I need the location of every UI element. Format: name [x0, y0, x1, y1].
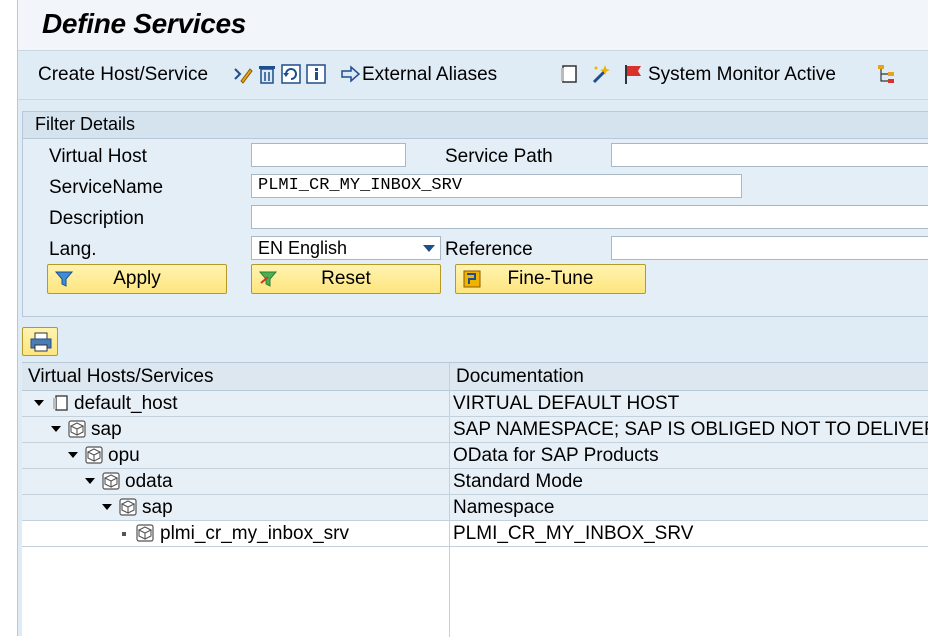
- row-documentation: Standard Mode: [453, 471, 583, 492]
- table-row[interactable]: sap SAP NAMESPACE; SAP IS OBLIGED NOT TO…: [22, 417, 928, 443]
- tree-node-label[interactable]: default_host: [74, 393, 178, 415]
- row-documentation: OData for SAP Products: [453, 445, 659, 466]
- row-documentation: SAP NAMESPACE; SAP IS OBLIGED NOT TO DEL…: [453, 419, 928, 440]
- package-icon: [119, 498, 137, 516]
- tree-node-label[interactable]: sap: [142, 497, 173, 519]
- service-icon: [136, 524, 154, 542]
- apply-button[interactable]: Apply: [47, 264, 227, 294]
- package-icon: [102, 472, 120, 490]
- refresh-icon[interactable]: [280, 63, 302, 85]
- package-icon: [68, 420, 86, 438]
- column-header-hosts-services[interactable]: Virtual Hosts/Services: [28, 366, 214, 388]
- lang-select[interactable]: EN English: [251, 236, 441, 260]
- magic-wand-icon[interactable]: [590, 63, 612, 85]
- create-host-service-button[interactable]: Create Host/Service: [38, 64, 208, 86]
- table-row[interactable]: plmi_cr_my_inbox_srv PLMI_CR_MY_INBOX_SR…: [22, 521, 928, 547]
- expand-toggle-icon[interactable]: [68, 452, 78, 458]
- leaf-bullet-icon: [122, 532, 126, 536]
- virtual-host-label: Virtual Host: [49, 146, 147, 167]
- table-row[interactable]: default_host VIRTUAL DEFAULT HOST: [22, 391, 928, 417]
- page-title: Define Services: [42, 8, 247, 39]
- reference-input[interactable]: [611, 236, 928, 260]
- host-icon: [53, 395, 68, 411]
- expand-toggle-icon[interactable]: [85, 478, 95, 484]
- edit-icon[interactable]: [232, 63, 254, 85]
- system-monitor-active-button[interactable]: System Monitor Active: [648, 64, 836, 86]
- row-documentation: Namespace: [453, 497, 555, 518]
- expand-toggle-icon[interactable]: [102, 504, 112, 510]
- printer-icon: [30, 332, 52, 352]
- filter-details-header: Filter Details: [23, 112, 928, 139]
- chevron-down-icon[interactable]: [423, 245, 435, 252]
- apply-button-label: Apply: [113, 268, 161, 289]
- column-divider[interactable]: [449, 363, 450, 637]
- tree-node-label[interactable]: sap: [91, 419, 122, 441]
- title-bar: Define Services: [18, 0, 928, 50]
- table-row[interactable]: odata Standard Mode: [22, 469, 928, 495]
- sap-window: Define Services Create Host/Service Exte…: [17, 0, 928, 637]
- info-icon[interactable]: [305, 63, 327, 85]
- print-button[interactable]: [22, 327, 58, 356]
- hierarchy-icon[interactable]: [876, 63, 898, 85]
- expand-toggle-icon[interactable]: [34, 400, 44, 406]
- virtual-host-input[interactable]: [251, 143, 406, 167]
- doc-icon[interactable]: [558, 63, 580, 85]
- delete-icon[interactable]: [256, 63, 278, 85]
- lang-label: Lang.: [49, 239, 97, 260]
- grid-header: Virtual Hosts/Services Documentation: [22, 363, 928, 391]
- expand-toggle-icon[interactable]: [51, 426, 61, 432]
- row-documentation: VIRTUAL DEFAULT HOST: [453, 393, 680, 414]
- service-path-label: Service Path: [445, 146, 553, 167]
- lang-select-value: EN English: [258, 238, 348, 258]
- services-tree-grid: Virtual Hosts/Services Documentation def…: [22, 362, 928, 637]
- flag-icon: [625, 65, 641, 84]
- reset-button-label: Reset: [321, 268, 371, 289]
- description-label: Description: [49, 208, 145, 229]
- arrow-right-icon: [341, 65, 361, 83]
- table-row[interactable]: sap Namespace: [22, 495, 928, 521]
- service-path-input[interactable]: [611, 143, 928, 167]
- tree-node-label[interactable]: opu: [108, 445, 140, 467]
- table-row[interactable]: opu OData for SAP Products: [22, 443, 928, 469]
- package-icon: [85, 446, 103, 464]
- external-aliases-button[interactable]: External Aliases: [362, 64, 497, 86]
- row-documentation: PLMI_CR_MY_INBOX_SRV: [453, 523, 694, 544]
- description-input[interactable]: [251, 205, 928, 229]
- column-header-documentation[interactable]: Documentation: [456, 366, 584, 388]
- tree-node-label[interactable]: plmi_cr_my_inbox_srv: [160, 523, 349, 545]
- service-name-label: ServiceName: [49, 177, 164, 198]
- reset-button[interactable]: Reset: [251, 264, 441, 294]
- filter-details-panel: Filter Details Virtual Host Service Path…: [22, 111, 928, 317]
- service-name-input[interactable]: PLMI_CR_MY_INBOX_SRV: [251, 174, 742, 198]
- fine-tune-button-label: Fine-Tune: [507, 268, 594, 289]
- filter-details-title: Filter Details: [35, 114, 136, 134]
- tree-node-label[interactable]: odata: [125, 471, 173, 493]
- fine-tune-button[interactable]: Fine-Tune: [455, 264, 646, 294]
- reference-label: Reference: [445, 239, 533, 260]
- application-toolbar: Create Host/Service External Aliases Sys…: [18, 50, 928, 100]
